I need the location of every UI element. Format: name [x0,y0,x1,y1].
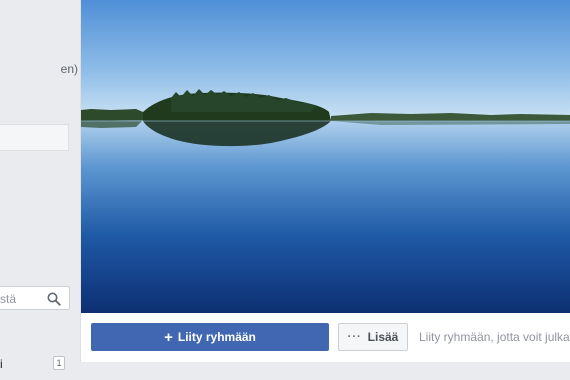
join-group-label: Liity ryhmään [177,330,256,344]
group-actions-bar: + Liity ryhmään ··· Lisää Liity ryhmään,… [81,313,570,362]
search-icon[interactable] [47,292,61,306]
left-sidebar: en) stä i 1 [0,0,80,380]
group-search-input[interactable]: stä [0,286,70,310]
join-group-button[interactable]: + Liity ryhmään [91,323,329,351]
search-placeholder: stä [0,292,17,306]
sidebar-highlighted-item[interactable] [0,124,69,151]
sidebar-item-label[interactable]: i [0,357,3,371]
more-label: Lisää [367,330,399,344]
sidebar-item-count-badge: 1 [53,356,65,370]
plus-icon: + [164,328,173,346]
more-dots-icon: ··· [347,331,362,343]
cover-photo[interactable] [81,0,570,313]
more-button[interactable]: ··· Lisää [338,323,408,351]
group-privacy-text: en) [60,62,78,76]
cover-photo-image [81,0,570,313]
join-hint-text: Liity ryhmään, jotta voit julkaista [419,330,570,344]
group-header-card: + Liity ryhmään ··· Lisää Liity ryhmään,… [80,0,570,362]
